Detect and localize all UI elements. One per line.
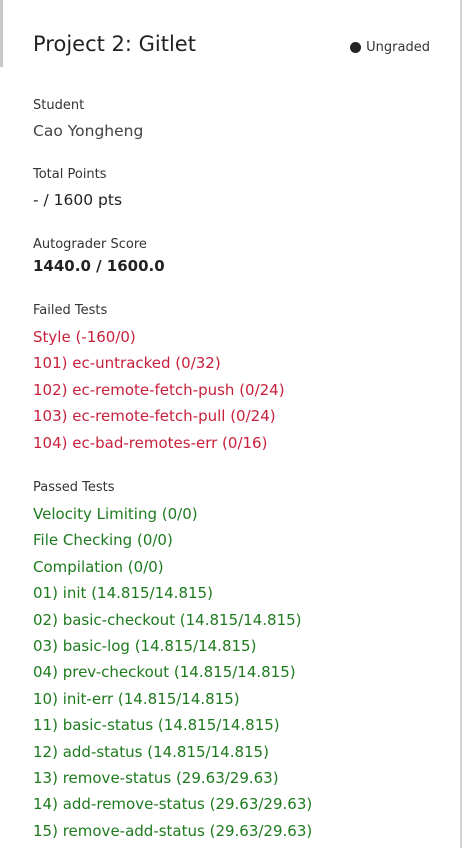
passed-test-item[interactable]: 02) basic-checkout (14.815/14.815) [33, 607, 312, 633]
passed-test-item[interactable]: 14) add-remove-status (29.63/29.63) [33, 791, 312, 817]
panel-divider [460, 0, 462, 848]
passed-test-item[interactable]: File Checking (0/0) [33, 527, 312, 553]
autograder-score-label: Autograder Score [33, 237, 147, 252]
total-points-value: - / 1600 pts [33, 191, 123, 209]
passed-test-item[interactable]: Compilation (0/0) [33, 554, 312, 580]
passed-test-item[interactable]: 15) remove-add-status (29.63/29.63) [33, 818, 312, 844]
status-label: Ungraded [366, 40, 430, 55]
assignment-title: Project 2: Gitlet [33, 32, 196, 56]
passed-test-item[interactable]: 04) prev-checkout (14.815/14.815) [33, 659, 312, 685]
grading-status-badge: Ungraded [350, 40, 430, 55]
passed-tests-list: Velocity Limiting (0/0) File Checking (0… [33, 501, 312, 844]
autograder-score-value: 1440.0 / 1600.0 [33, 257, 165, 275]
passed-test-item[interactable]: Velocity Limiting (0/0) [33, 501, 312, 527]
total-points-label: Total Points [33, 167, 107, 182]
failed-test-item[interactable]: 102) ec-remote-fetch-push (0/24) [33, 377, 285, 403]
failed-tests-label: Failed Tests [33, 303, 108, 318]
failed-test-item[interactable]: Style (-160/0) [33, 324, 285, 350]
student-name: Cao Yongheng [33, 122, 144, 140]
failed-test-item[interactable]: 103) ec-remote-fetch-pull (0/24) [33, 403, 285, 429]
status-dot-icon [350, 42, 362, 53]
passed-test-item[interactable]: 12) add-status (14.815/14.815) [33, 739, 312, 765]
failed-tests-list: Style (-160/0) 101) ec-untracked (0/32) … [33, 324, 285, 456]
passed-test-item[interactable]: 10) init-err (14.815/14.815) [33, 686, 312, 712]
student-label: Student [33, 98, 85, 113]
failed-test-item[interactable]: 104) ec-bad-remotes-err (0/16) [33, 430, 285, 456]
failed-test-item[interactable]: 101) ec-untracked (0/32) [33, 350, 285, 376]
passed-test-item[interactable]: 01) init (14.815/14.815) [33, 580, 312, 606]
assignment-header: Project 2: Gitlet Ungraded [33, 30, 430, 62]
passed-test-item[interactable]: 11) basic-status (14.815/14.815) [33, 712, 312, 738]
passed-test-item[interactable]: 13) remove-status (29.63/29.63) [33, 765, 312, 791]
passed-tests-label: Passed Tests [33, 480, 115, 495]
passed-test-item[interactable]: 03) basic-log (14.815/14.815) [33, 633, 312, 659]
header-accent-bar [0, 0, 3, 67]
